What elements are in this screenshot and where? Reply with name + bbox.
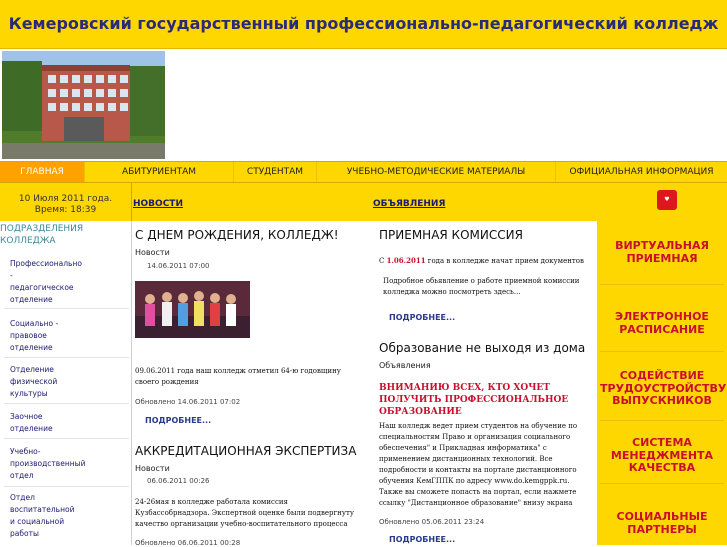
news-title[interactable]: АККРЕДИТАЦИОННАЯ ЭКСПЕРТИЗА (135, 444, 356, 458)
ad-body-suffix: года в колледже начат прием документов (425, 257, 584, 265)
news-category: Новости (135, 248, 170, 257)
sidebar-divider (4, 308, 129, 309)
sidebar-item-pedagogical[interactable]: Профессионально - педагогическое отделен… (10, 258, 82, 306)
nav-students[interactable]: СТУДЕНТАМ (234, 162, 316, 182)
news-category: Новости (135, 464, 170, 473)
quality-system-button[interactable]: СИСТЕМА МЕНЕДЖМЕНТА КАЧЕСТВА (600, 434, 724, 484)
ad-body: С 1.06.2011 года в колледже начат прием … (379, 255, 589, 267)
virtual-reception-button[interactable]: ВИРТУАЛЬНАЯ ПРИЕМНАЯ (600, 232, 724, 285)
ad-more-link[interactable]: ПОДРОБНЕЕ... (389, 313, 455, 322)
main-nav: ГЛАВНАЯ АБИТУРИЕНТАМ СТУДЕНТАМ УЧЕБНО-МЕ… (0, 161, 727, 183)
sidebar-item-physical-culture[interactable]: Отделение физической культуры (10, 364, 60, 400)
ad-body-date: 1.06.2011 (386, 256, 426, 265)
ad-title[interactable]: ПРИЕМНАЯ КОМИССИЯ (379, 228, 523, 242)
news-more-link[interactable]: ПОДРОБНЕЕ... (145, 416, 211, 425)
ad-category: Объявления (379, 361, 431, 370)
tab-ads[interactable]: ОБЪЯВЛЕНИЯ (373, 199, 445, 209)
tab-news[interactable]: НОВОСТИ (133, 199, 183, 209)
sidebar-item-correspondence[interactable]: Заочное отделение (10, 411, 60, 435)
nav-home[interactable]: ГЛАВНАЯ (0, 162, 84, 182)
news-updated: Обновлено 06.06.2011 00:28 (135, 539, 241, 547)
employment-button[interactable]: СОДЕЙСТВИЕ ТРУДОУСТРОЙСТВУ ВЫПУСКНИКОВ (600, 364, 726, 421)
sidebar-item-educational[interactable]: Отдел воспитательной и социальной работы (10, 492, 74, 540)
news-updated: Обновлено 14.06.2011 07:02 (135, 398, 241, 406)
sidebar-divider (4, 357, 129, 358)
college-building-photo (2, 51, 165, 159)
ad-body-detail: Подробное обьявление о работе приемной к… (383, 277, 580, 296)
sidebar-divider (4, 403, 129, 404)
sidebar-divider (4, 486, 129, 487)
nav-official-info[interactable]: ОФИЦИАЛЬНАЯ ИНФОРМАЦИЯ (556, 162, 727, 182)
news-body: 09.06.2011 года наш колледж отметил 64-ю… (135, 367, 341, 386)
news-date: 06.06.2011 00:26 (147, 477, 210, 485)
ad-body-prefix: С (379, 257, 387, 265)
ad-more-link[interactable]: ПОДРОБНЕЕ... (389, 535, 455, 544)
current-date: 10 Июля 2011 года. (18, 194, 113, 204)
nav-applicants[interactable]: АБИТУРИЕНТАМ (85, 162, 233, 182)
ad-body: Наш колледж ведет прием студентов на обу… (379, 422, 578, 507)
logo-icon[interactable]: ♥ (657, 190, 677, 210)
partners-button[interactable]: СОЦИАЛЬНЫЕ ПАРТНЕРЫ (600, 508, 724, 545)
ad-highlight: ВНИМАНИЮ ВСЕХ, КТО ХОЧЕТ ПОЛУЧИТЬ ПРОФЕС… (379, 383, 569, 417)
ad-updated: Обновлено 05.06.2011 23:24 (379, 518, 485, 526)
sidebar-heading: ПОДРАЗДЕЛЕНИЯ КОЛЛЕДЖА (0, 224, 84, 246)
news-date: 14.06.2011 07:00 (147, 262, 210, 270)
current-time: Время: 18:39 (34, 205, 97, 215)
site-title: Кемеровский государственный профессионал… (8, 14, 719, 33)
news-body: 24-26мая в колледже работала комиссия Ку… (135, 498, 354, 528)
nav-materials[interactable]: УЧЕБНО-МЕТОДИЧЕСКИЕ МАТЕРИАЛЫ (317, 162, 555, 182)
news-photo (135, 281, 250, 338)
sidebar-item-production[interactable]: Учебно- производственный отдел (10, 446, 85, 482)
ad-title[interactable]: Образование не выходя из дома (379, 341, 585, 355)
sidebar-item-social-legal[interactable]: Социально - правовое отделение (10, 318, 60, 354)
sidebar-divider (4, 438, 129, 439)
news-title[interactable]: С ДНЕМ РОЖДЕНИЯ, КОЛЛЕДЖ! (135, 228, 339, 242)
schedule-button[interactable]: ЭЛЕКТРОННОЕ РАСПИСАНИЕ (600, 301, 724, 352)
